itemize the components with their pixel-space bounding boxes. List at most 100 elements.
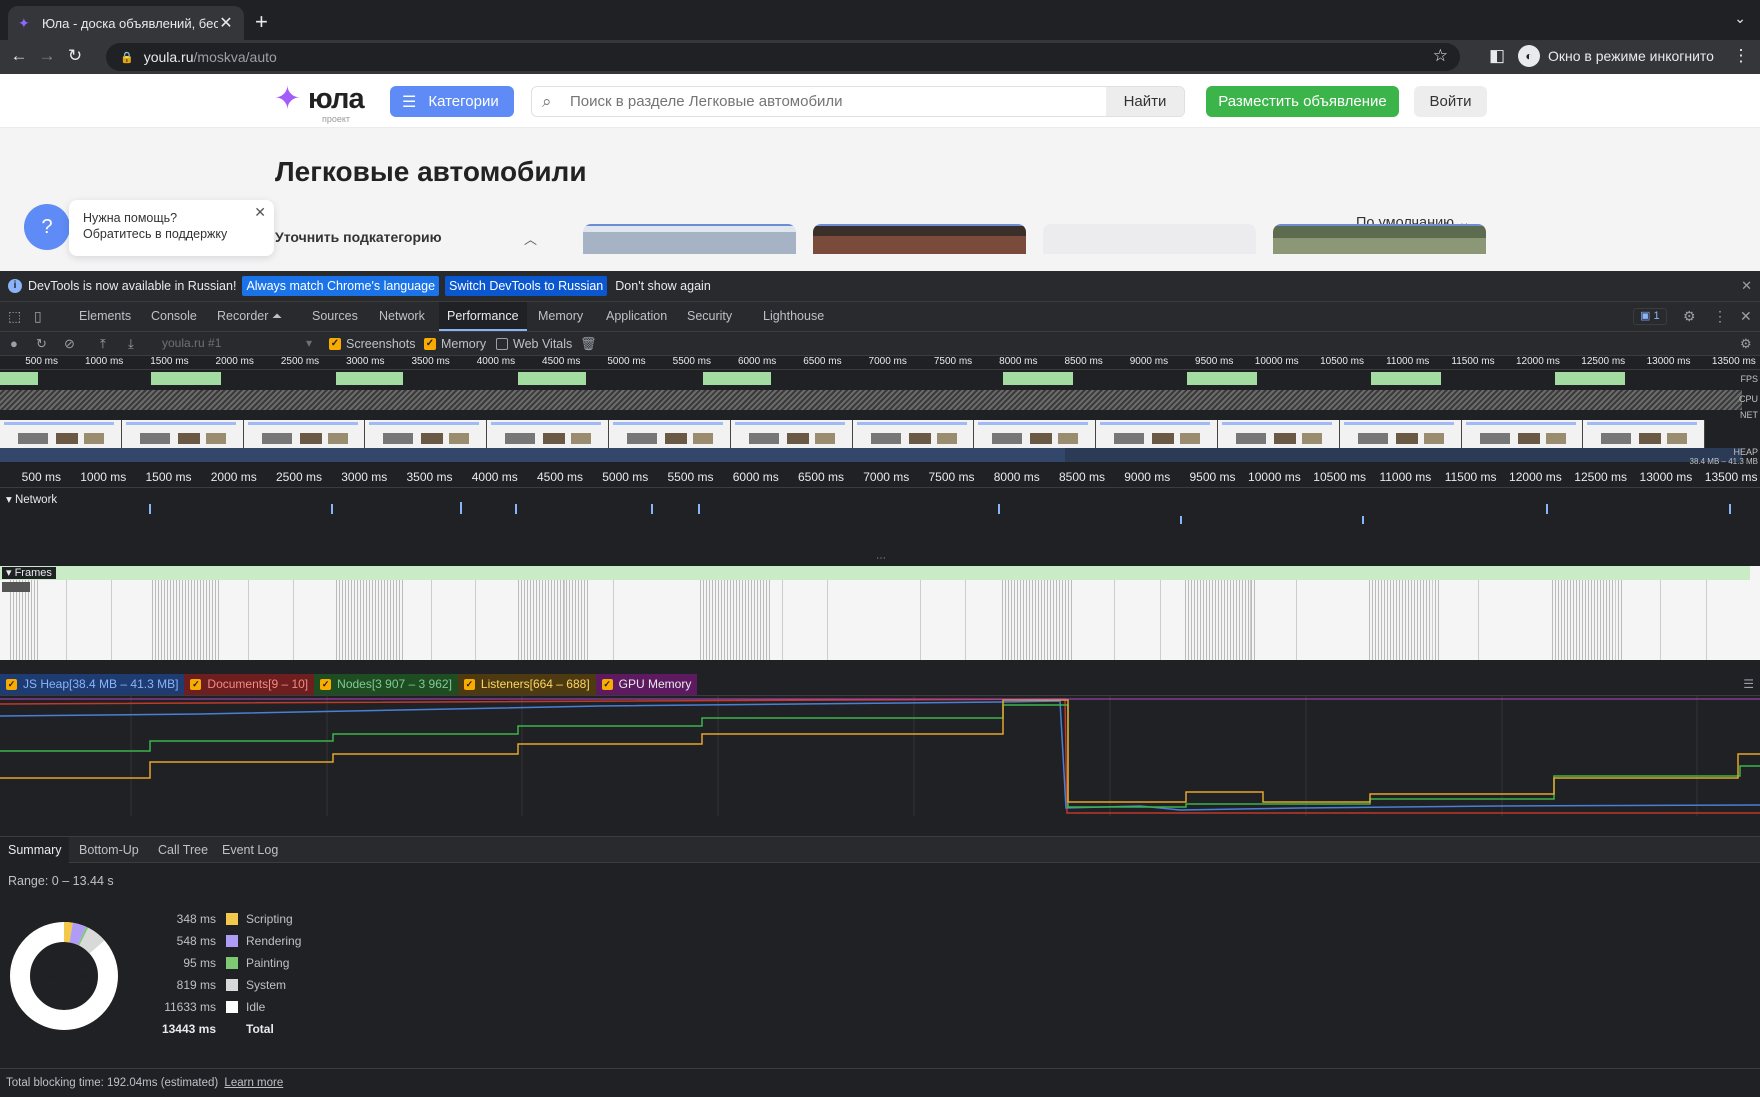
reload-icon[interactable]: ↻ bbox=[64, 46, 86, 66]
issues-badge[interactable]: ▣ 1 bbox=[1633, 308, 1667, 325]
frame-marker[interactable] bbox=[248, 580, 249, 660]
tab-call-tree[interactable]: Call Tree bbox=[150, 837, 216, 863]
frame-cluster[interactable] bbox=[10, 580, 38, 660]
profile-select[interactable]: youla.ru #1 ▾ bbox=[162, 336, 312, 352]
frame-marker[interactable] bbox=[920, 580, 921, 660]
frame-marker[interactable] bbox=[1114, 580, 1115, 660]
login-button[interactable]: Войти bbox=[1414, 86, 1487, 117]
tab-network[interactable]: Network bbox=[379, 302, 425, 331]
match-language-button[interactable]: Always match Chrome's language bbox=[242, 276, 440, 296]
trash-icon[interactable]: 🗑 bbox=[580, 336, 597, 352]
subcategory-toggle[interactable]: Уточнить подкатегорию bbox=[275, 229, 442, 245]
bookmark-star-icon[interactable]: ☆ bbox=[1433, 46, 1448, 66]
frame-marker[interactable] bbox=[564, 580, 565, 660]
screenshot-thumbnail[interactable] bbox=[608, 420, 731, 448]
screenshot-thumbnail[interactable] bbox=[487, 420, 609, 448]
frame-cluster[interactable] bbox=[1002, 580, 1072, 660]
tab-application[interactable]: Application bbox=[606, 302, 667, 331]
screenshot-thumbnail[interactable] bbox=[1461, 420, 1584, 448]
tab-elements[interactable]: Elements bbox=[79, 302, 131, 331]
frame-cluster[interactable] bbox=[152, 580, 220, 660]
frame-marker[interactable] bbox=[1160, 580, 1161, 660]
gpu-memory-counter[interactable]: ✓ GPU Memory bbox=[595, 673, 698, 695]
frame-marker[interactable] bbox=[827, 580, 828, 660]
address-bar[interactable]: 🔒 youla.ru/moskva/auto ☆ bbox=[106, 43, 1460, 71]
chevron-up-icon[interactable]: ︿ bbox=[524, 229, 537, 248]
memory-checkbox[interactable]: ✓ Memory bbox=[424, 337, 486, 351]
frame-marker[interactable] bbox=[1615, 580, 1616, 660]
screenshots-checkbox[interactable]: ✓ Screenshots bbox=[329, 337, 415, 351]
frame-marker[interactable] bbox=[111, 580, 112, 660]
upload-profile-icon[interactable]: ⤒ bbox=[100, 336, 106, 352]
close-devtools-icon[interactable]: ✕ bbox=[1740, 308, 1752, 325]
network-request-bar[interactable] bbox=[1362, 516, 1364, 524]
frame-cluster[interactable] bbox=[1185, 580, 1255, 660]
post-ad-button[interactable]: Разместить объявление bbox=[1206, 86, 1399, 117]
side-panel-icon[interactable]: ◧ bbox=[1486, 46, 1508, 66]
tab-recorder[interactable]: Recorder ⏶ bbox=[217, 302, 282, 331]
network-track-toggle[interactable]: ▾ Network bbox=[6, 492, 57, 506]
frame-cluster[interactable] bbox=[518, 580, 588, 660]
listing-thumbnail[interactable] bbox=[813, 224, 1026, 254]
network-request-bar[interactable] bbox=[698, 504, 700, 514]
find-button[interactable]: Найти bbox=[1106, 87, 1184, 116]
network-request-bar[interactable] bbox=[149, 504, 151, 514]
network-request-bar[interactable] bbox=[651, 504, 653, 514]
screenshot-thumbnail[interactable] bbox=[974, 420, 1097, 448]
more-options-icon[interactable]: ⋮ bbox=[1713, 308, 1727, 325]
screenshot-thumbnail[interactable] bbox=[121, 420, 244, 448]
browser-menu-icon[interactable]: ⋮ bbox=[1730, 46, 1752, 66]
frames-track[interactable]: ▾ Frames bbox=[0, 566, 1760, 660]
frame-marker[interactable] bbox=[1250, 580, 1251, 660]
frame-marker[interactable] bbox=[293, 580, 294, 660]
frame-marker[interactable] bbox=[1660, 580, 1661, 660]
screenshot-thumbnail[interactable] bbox=[1583, 420, 1706, 448]
frame-marker[interactable] bbox=[431, 580, 432, 660]
listeners-counter[interactable]: ✓ Listeners[664 – 688] bbox=[457, 673, 596, 695]
search-input[interactable] bbox=[570, 87, 1080, 116]
resize-handle[interactable]: ⋯ bbox=[876, 553, 886, 564]
close-icon[interactable]: ✕ bbox=[1741, 278, 1752, 294]
screenshot-thumbnail[interactable] bbox=[1096, 420, 1218, 448]
documents-counter[interactable]: ✓ Documents[9 – 10] bbox=[184, 673, 315, 695]
frame-marker[interactable] bbox=[1478, 580, 1479, 660]
counters-menu-icon[interactable]: ☰ bbox=[1743, 677, 1754, 691]
frame-marker[interactable] bbox=[613, 580, 614, 660]
tab-sources[interactable]: Sources bbox=[312, 302, 358, 331]
network-track[interactable]: ▾ Network bbox=[0, 488, 1760, 548]
nodes-counter[interactable]: ✓ Nodes[3 907 – 3 962] bbox=[314, 673, 458, 695]
site-logo[interactable]: ✦ юла проект bbox=[274, 80, 374, 124]
screenshot-thumbnail[interactable] bbox=[0, 420, 122, 448]
frame-cluster[interactable] bbox=[1369, 580, 1439, 660]
tab-lighthouse[interactable]: Lighthouse bbox=[763, 302, 824, 331]
memory-counters-chart[interactable] bbox=[0, 696, 1760, 816]
listing-thumbnail[interactable] bbox=[1043, 224, 1256, 254]
timeline-overview[interactable]: 500 ms 1000 ms 1500 ms 2000 ms 2500 ms 3000 m… bbox=[0, 356, 1760, 466]
frame-marker[interactable] bbox=[1432, 580, 1433, 660]
screenshot-thumbnail[interactable] bbox=[365, 420, 488, 448]
web-vitals-checkbox[interactable]: Web Vitals bbox=[496, 337, 572, 351]
switch-language-button[interactable]: Switch DevTools to Russian bbox=[445, 276, 608, 296]
learn-more-link[interactable]: Learn more bbox=[224, 1077, 283, 1089]
reload-record-icon[interactable]: ↻ bbox=[36, 336, 47, 352]
browser-tab[interactable]: ✦ Юла - доска объявлений, бес ✕ bbox=[8, 6, 244, 40]
frame-marker[interactable] bbox=[475, 580, 476, 660]
listing-thumbnail[interactable] bbox=[583, 224, 796, 254]
download-profile-icon[interactable]: ⤓ bbox=[128, 336, 134, 352]
tab-summary[interactable]: Summary bbox=[0, 837, 70, 863]
settings-gear-icon[interactable]: ⚙ bbox=[1683, 308, 1696, 325]
frame-marker[interactable] bbox=[1706, 580, 1707, 660]
screenshot-thumbnail[interactable] bbox=[1217, 420, 1340, 448]
selected-frame[interactable] bbox=[2, 582, 30, 592]
network-request-bar[interactable] bbox=[998, 504, 1000, 514]
clear-icon[interactable]: ⊘ bbox=[64, 336, 75, 352]
frame-marker[interactable] bbox=[965, 580, 966, 660]
network-request-bar[interactable] bbox=[460, 502, 462, 514]
tab-console[interactable]: Console bbox=[151, 302, 197, 331]
frame-marker[interactable] bbox=[782, 580, 783, 660]
help-icon[interactable]: ? bbox=[24, 204, 70, 250]
screenshot-thumbnail[interactable] bbox=[243, 420, 366, 448]
network-request-bar[interactable] bbox=[1729, 504, 1731, 514]
forward-icon[interactable]: → bbox=[36, 46, 58, 66]
dont-show-again-button[interactable]: Don't show again bbox=[615, 279, 711, 293]
